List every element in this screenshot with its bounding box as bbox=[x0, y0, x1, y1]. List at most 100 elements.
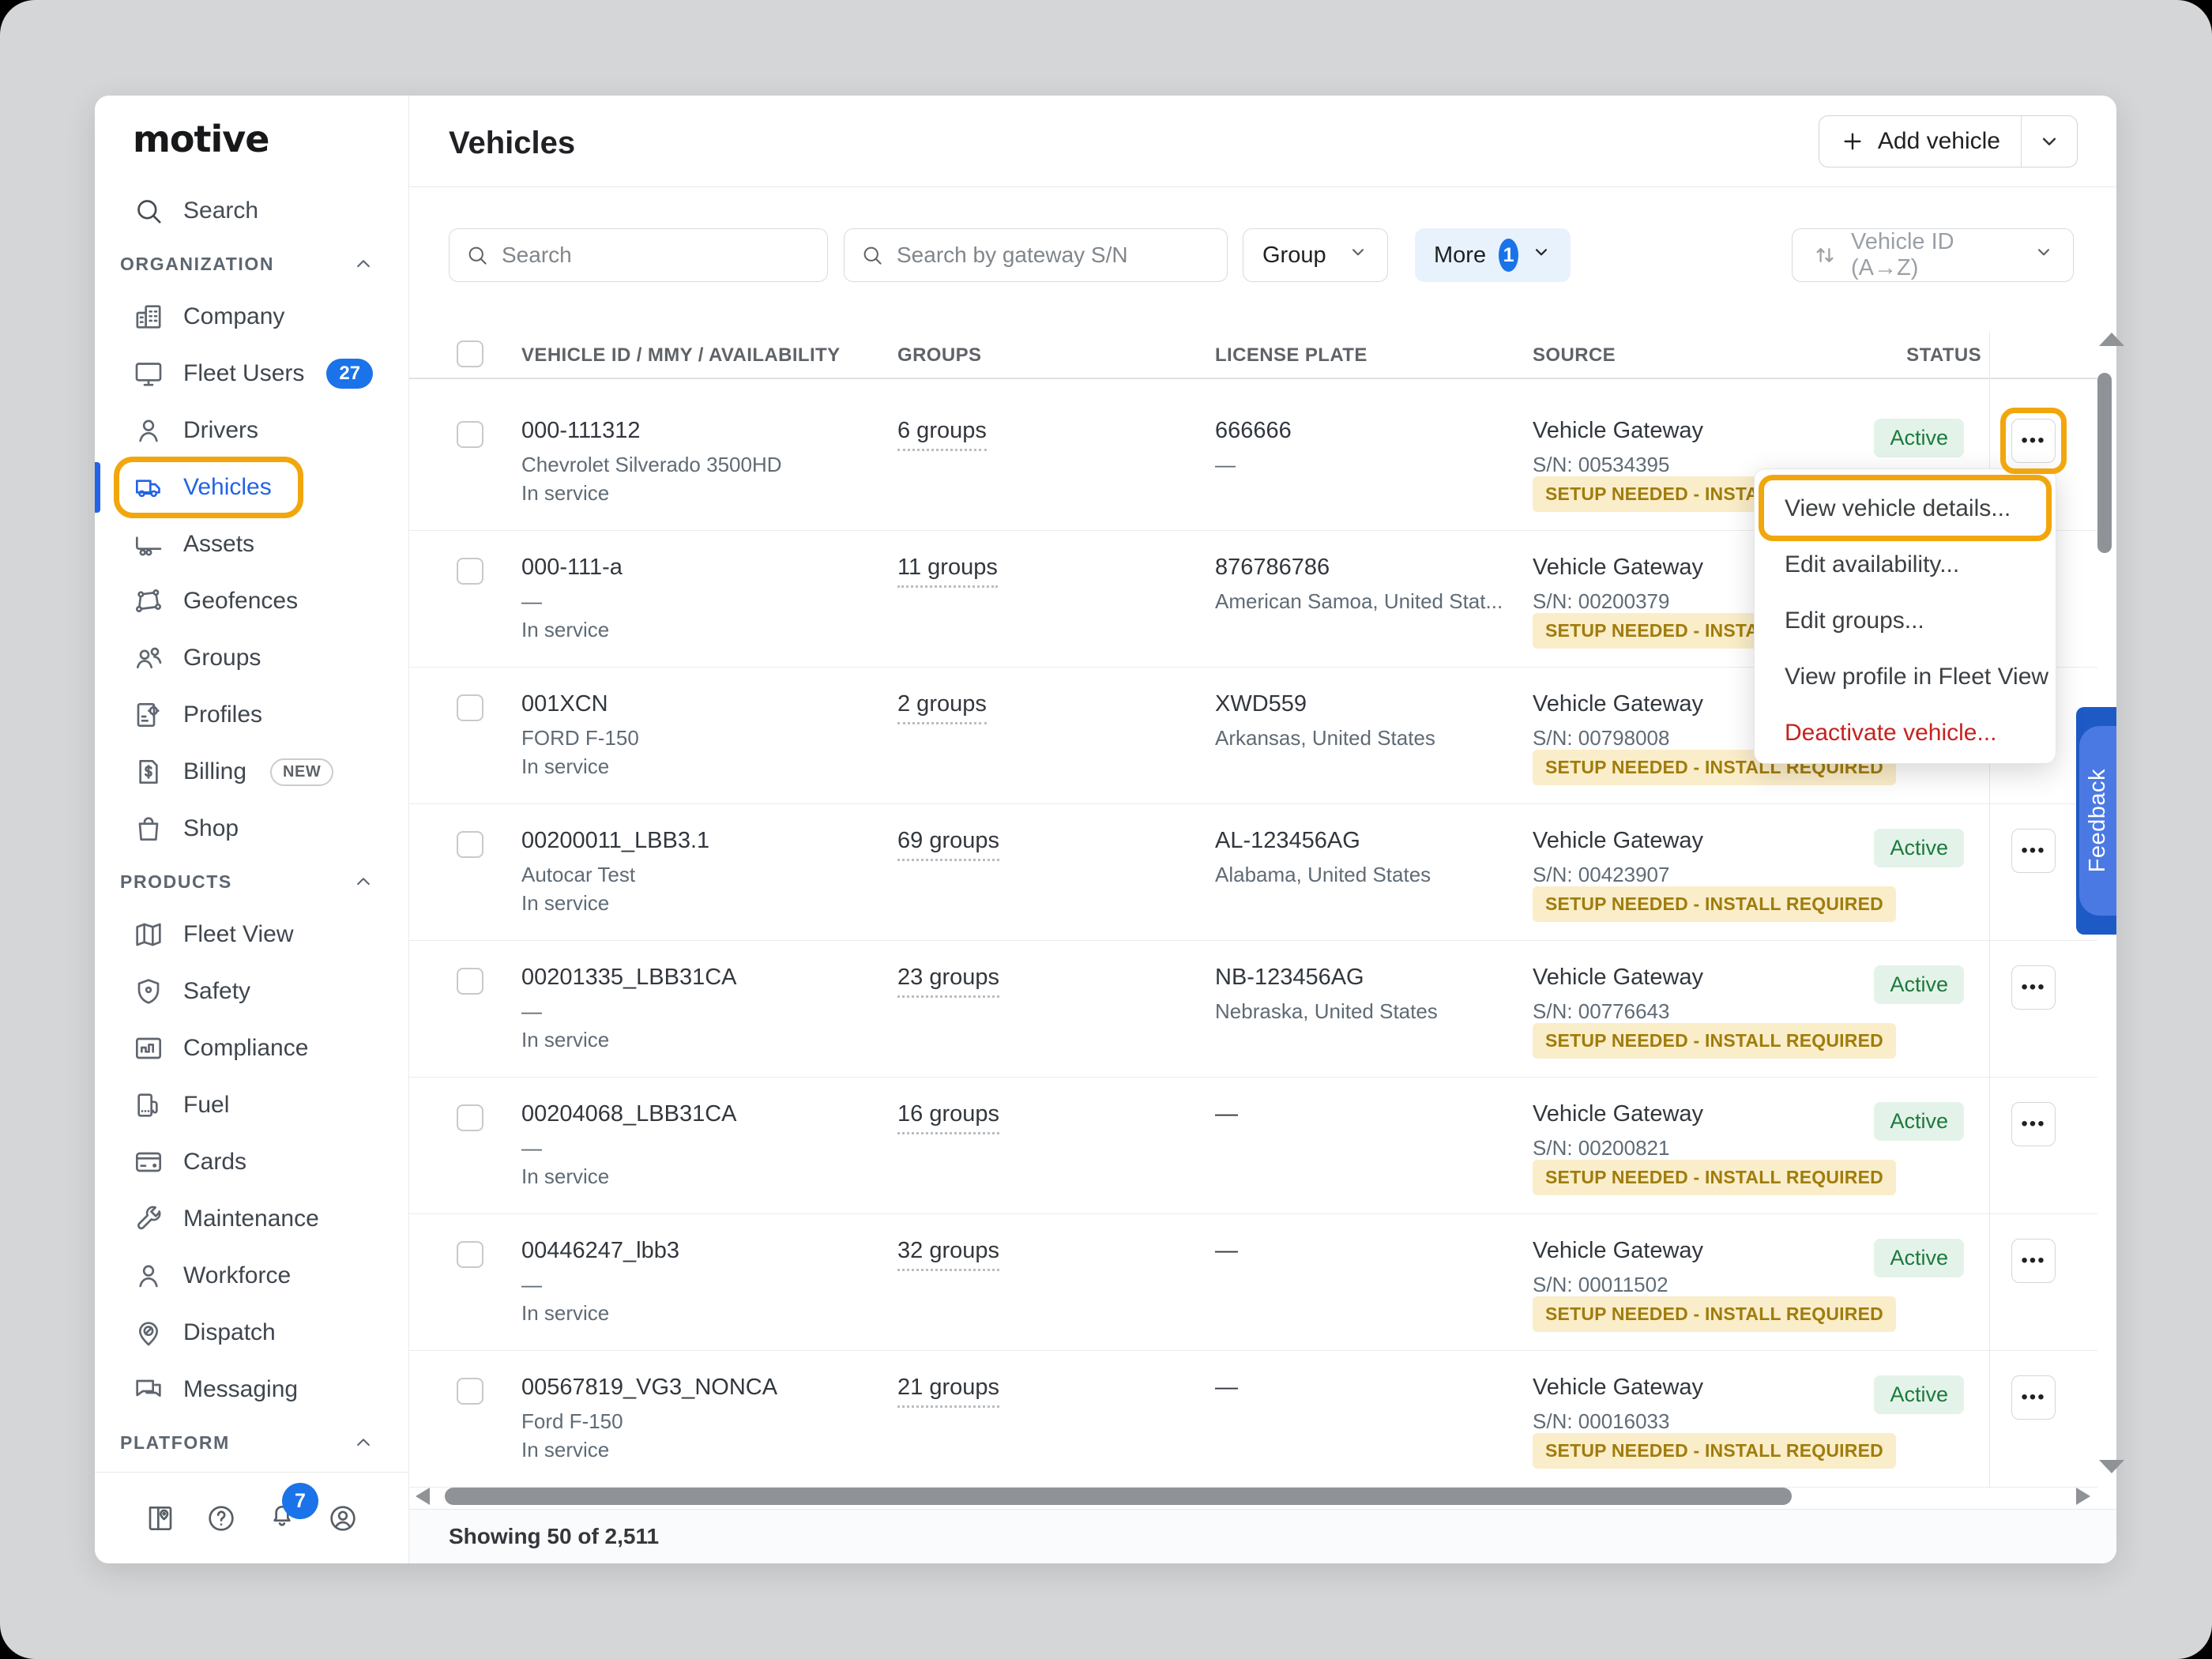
column-header-vehicle[interactable]: VEHICLE ID / MMY / AVAILABILITY bbox=[521, 344, 841, 367]
sidebar-item-cards[interactable]: Cards bbox=[95, 1134, 408, 1191]
vehicle-id[interactable]: 00201335_LBB31CA bbox=[521, 965, 737, 991]
row-actions-button[interactable]: ••• bbox=[2011, 1239, 2056, 1283]
sidebar-item-label: Shop bbox=[183, 815, 239, 842]
scroll-left-arrow[interactable] bbox=[416, 1488, 430, 1505]
vehicle-id[interactable]: 00204068_LBB31CA bbox=[521, 1101, 737, 1127]
sidebar-section-organization[interactable]: ORGANIZATION bbox=[95, 239, 408, 288]
sidebar-item-fleet-users[interactable]: Fleet Users27 bbox=[95, 345, 408, 402]
vehicle-mmy: — bbox=[521, 999, 542, 1024]
sidebar-search[interactable]: Search bbox=[95, 182, 408, 239]
row-checkbox[interactable] bbox=[457, 421, 483, 448]
sidebar-item-fuel[interactable]: Fuel bbox=[95, 1077, 408, 1134]
sidebar-item-vehicles[interactable]: Vehicles bbox=[95, 459, 408, 516]
more-filters-button[interactable]: More 1 bbox=[1415, 228, 1571, 282]
vehicle-id[interactable]: 001XCN bbox=[521, 691, 608, 717]
search-input[interactable] bbox=[502, 243, 811, 268]
row-checkbox[interactable] bbox=[457, 831, 483, 858]
vehicle-id[interactable]: 00567819_VG3_NONCA bbox=[521, 1375, 777, 1401]
table-row: 00204068_LBB31CA — In service 16 groups … bbox=[409, 1078, 2097, 1214]
sort-button[interactable]: Vehicle ID (A→Z) bbox=[1792, 228, 2074, 282]
group-filter-button[interactable]: Group bbox=[1243, 228, 1388, 282]
scroll-up-arrow[interactable] bbox=[2099, 333, 2124, 346]
row-checkbox[interactable] bbox=[457, 1241, 483, 1268]
sidebar-item-messaging[interactable]: Messaging bbox=[95, 1361, 408, 1418]
sidebar-section-platform[interactable]: PLATFORM bbox=[95, 1418, 408, 1467]
column-header-source[interactable]: SOURCE bbox=[1533, 344, 1616, 367]
feedback-tab[interactable]: Feedback bbox=[2076, 707, 2116, 935]
help-icon[interactable] bbox=[205, 1503, 237, 1534]
vehicle-id[interactable]: 000-111312 bbox=[521, 418, 641, 444]
row-actions-button[interactable]: ••• bbox=[2011, 829, 2056, 873]
sidebar-item-label: Dispatch bbox=[183, 1319, 276, 1346]
row-actions-button[interactable]: ••• bbox=[2011, 1375, 2056, 1420]
sidebar-item-assets[interactable]: Assets bbox=[95, 516, 408, 573]
groups-link[interactable]: 69 groups bbox=[897, 828, 999, 861]
menu-item-view-profile-in-fleet-view[interactable]: View profile in Fleet View bbox=[1755, 649, 2056, 705]
sidebar-item-maintenance[interactable]: Maintenance bbox=[95, 1191, 408, 1247]
column-header-license-plate[interactable]: LICENSE PLATE bbox=[1215, 344, 1367, 367]
vehicle-mmy: — bbox=[521, 1273, 542, 1297]
sidebar-item-dispatch[interactable]: Dispatch bbox=[95, 1304, 408, 1361]
row-checkbox[interactable] bbox=[457, 1378, 483, 1405]
sidebar-item-drivers[interactable]: Drivers bbox=[95, 402, 408, 459]
groups-link[interactable]: 11 groups bbox=[897, 555, 998, 588]
sidebar-item-safety[interactable]: Safety bbox=[95, 963, 408, 1020]
groups-link[interactable]: 23 groups bbox=[897, 965, 999, 998]
source-name: Vehicle Gateway bbox=[1533, 965, 1703, 991]
dispatch-icon bbox=[133, 1317, 164, 1349]
sidebar-item-company[interactable]: Company bbox=[95, 288, 408, 345]
vehicle-mmy: — bbox=[521, 1136, 542, 1161]
shop-icon bbox=[133, 813, 164, 845]
source-name: Vehicle Gateway bbox=[1533, 1375, 1703, 1401]
menu-item-edit-groups[interactable]: Edit groups... bbox=[1755, 592, 2056, 649]
chevron-down-icon bbox=[2037, 130, 2061, 153]
row-checkbox[interactable] bbox=[457, 1104, 483, 1131]
sidebar-item-profiles[interactable]: Profiles bbox=[95, 687, 408, 743]
row-checkbox[interactable] bbox=[457, 558, 483, 585]
menu-item-view-vehicle-details[interactable]: View vehicle details... bbox=[1755, 480, 2056, 536]
row-actions-button[interactable]: ••• bbox=[2011, 1102, 2056, 1146]
horizontal-scrollbar-thumb[interactable] bbox=[445, 1488, 1792, 1505]
menu-item-edit-availability[interactable]: Edit availability... bbox=[1755, 536, 2056, 592]
gateway-search-input[interactable] bbox=[897, 243, 1211, 268]
status-badge: Active bbox=[1874, 829, 1964, 867]
add-vehicle-dropdown-button[interactable] bbox=[2022, 116, 2077, 167]
menu-item-deactivate-vehicle[interactable]: Deactivate vehicle... bbox=[1755, 705, 2056, 761]
row-checkbox[interactable] bbox=[457, 968, 483, 995]
groups-link[interactable]: 2 groups bbox=[897, 691, 987, 724]
add-vehicle-button[interactable]: Add vehicle bbox=[1819, 116, 2022, 167]
vehicle-id[interactable]: 00446247_lbb3 bbox=[521, 1238, 679, 1264]
sidebar-item-label: Fleet Users bbox=[183, 360, 304, 387]
vertical-scrollbar-thumb[interactable] bbox=[2097, 373, 2112, 553]
scroll-down-arrow[interactable] bbox=[2099, 1460, 2124, 1473]
sidebar-item-groups[interactable]: Groups bbox=[95, 630, 408, 687]
vehicle-id[interactable]: 00200011_LBB3.1 bbox=[521, 828, 709, 854]
section-label: ORGANIZATION bbox=[120, 254, 274, 275]
guide-icon[interactable] bbox=[145, 1503, 176, 1534]
row-actions-button[interactable]: ••• bbox=[2011, 965, 2056, 1010]
row-actions-button[interactable]: ••• bbox=[2011, 419, 2056, 463]
sidebar-item-fleet-view[interactable]: Fleet View bbox=[95, 906, 408, 963]
sidebar-item-geofences[interactable]: Geofences bbox=[95, 573, 408, 630]
motive-logo: motive bbox=[95, 96, 408, 182]
sidebar-section-products[interactable]: PRODUCTS bbox=[95, 857, 408, 906]
table-row: 00201335_LBB31CA — In service 23 groups … bbox=[409, 941, 2097, 1078]
groups-link[interactable]: 6 groups bbox=[897, 418, 987, 451]
row-checkbox[interactable] bbox=[457, 694, 483, 721]
scroll-right-arrow[interactable] bbox=[2076, 1488, 2090, 1505]
sidebar-item-label: Cards bbox=[183, 1149, 246, 1176]
sidebar-item-label: Billing bbox=[183, 758, 246, 785]
groups-link[interactable]: 32 groups bbox=[897, 1238, 999, 1271]
vehicle-id[interactable]: 000-111-a bbox=[521, 555, 623, 581]
groups-link[interactable]: 21 groups bbox=[897, 1375, 999, 1408]
column-header-status[interactable]: STATUS bbox=[1855, 344, 1981, 367]
account-icon[interactable] bbox=[327, 1503, 359, 1534]
groups-link[interactable]: 16 groups bbox=[897, 1101, 999, 1134]
sidebar-item-shop[interactable]: Shop bbox=[95, 800, 408, 857]
column-header-groups[interactable]: GROUPS bbox=[897, 344, 981, 367]
select-all-checkbox[interactable] bbox=[457, 340, 483, 367]
sidebar-item-billing[interactable]: BillingNEW bbox=[95, 743, 408, 800]
sidebar-item-workforce[interactable]: Workforce bbox=[95, 1247, 408, 1304]
notifications-button[interactable]: 7 bbox=[266, 1500, 298, 1536]
sidebar-item-compliance[interactable]: Compliance bbox=[95, 1020, 408, 1077]
